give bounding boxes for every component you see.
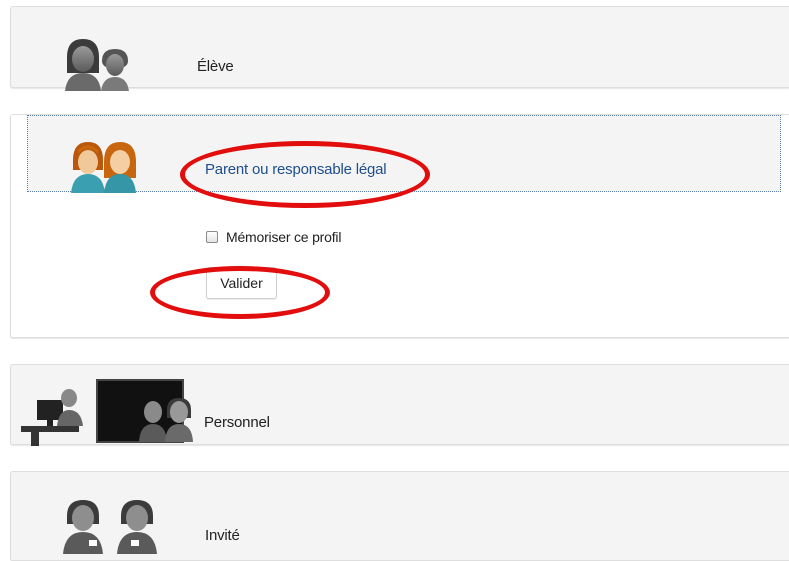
parent-icon (71, 142, 136, 193)
validate-button[interactable]: Valider (206, 267, 277, 299)
profile-label-personnel: Personnel (204, 414, 270, 431)
remember-profile-checkbox[interactable] (206, 231, 218, 243)
staff-icon (21, 379, 193, 446)
guest-icon (63, 500, 157, 554)
student-icon (65, 39, 129, 91)
profile-label-eleve: Élève (197, 58, 234, 75)
profile-card-personnel[interactable]: Personnel (10, 364, 789, 446)
profile-card-parent[interactable]: Parent ou responsable légal Mémoriser ce… (10, 114, 789, 338)
remember-profile-label[interactable]: Mémoriser ce profil (226, 229, 341, 245)
profile-label-invite: Invité (205, 527, 240, 544)
profile-header-parent[interactable]: Parent ou responsable légal (27, 115, 781, 193)
profile-card-eleve[interactable]: Élève (10, 6, 789, 91)
remember-profile-row[interactable]: Mémoriser ce profil (206, 229, 341, 245)
profile-label-parent: Parent ou responsable légal (205, 161, 387, 178)
profile-card-invite[interactable]: Invité (10, 471, 789, 561)
